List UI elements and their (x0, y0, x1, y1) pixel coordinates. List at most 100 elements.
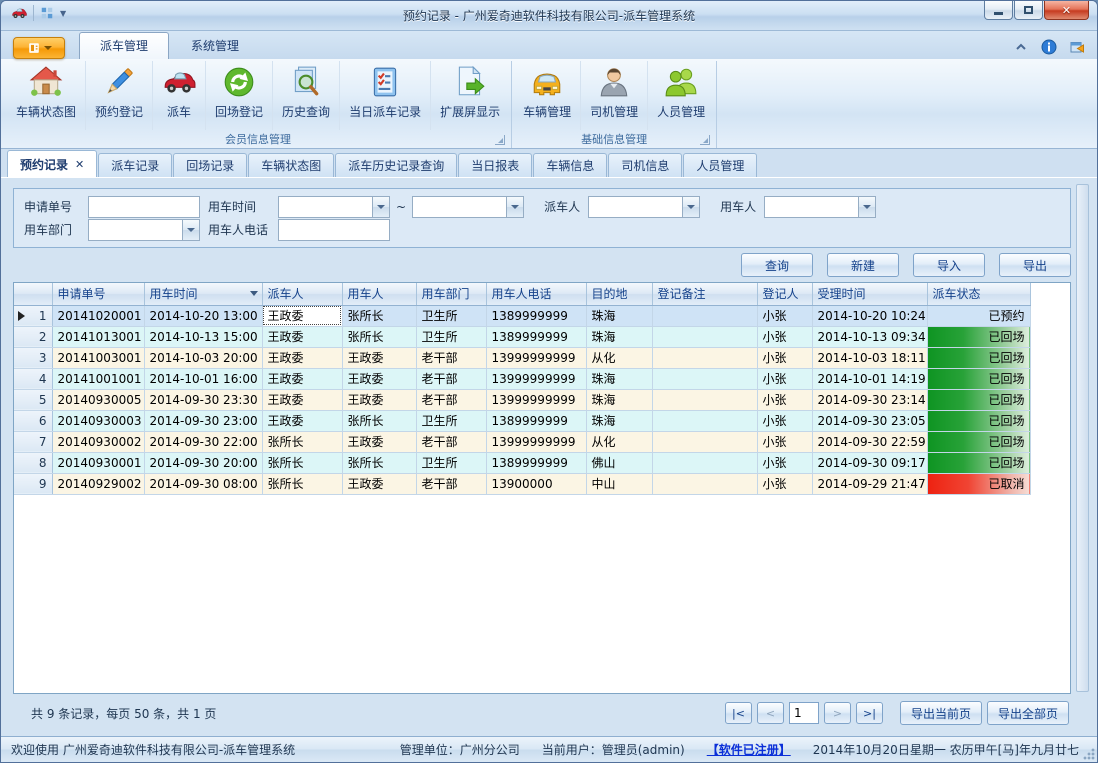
action-button[interactable]: 导入 (913, 253, 985, 277)
table-cell[interactable]: 小张 (757, 368, 812, 389)
table-cell[interactable]: 王政委 (262, 389, 342, 410)
table-cell[interactable]: 20140930003 (52, 410, 144, 431)
table-cell[interactable] (652, 368, 757, 389)
table-cell[interactable]: 2014-10-03 18:11 (812, 347, 927, 368)
ribbon-tab-inactive[interactable]: 系统管理 (171, 33, 259, 59)
apply-no-input[interactable] (88, 196, 200, 218)
table-cell[interactable]: 1389999999 (486, 452, 586, 473)
ribbon-button[interactable]: 司机管理 (581, 61, 648, 130)
table-cell[interactable] (652, 410, 757, 431)
dept-combobox[interactable] (88, 219, 200, 241)
table-cell[interactable]: 中山 (586, 473, 652, 494)
app-menu-button[interactable] (13, 37, 65, 59)
ribbon-button[interactable]: 预约登记 (86, 61, 153, 130)
table-cell[interactable]: 卫生所 (416, 452, 486, 473)
table-cell[interactable]: 张所长 (262, 473, 342, 494)
table-cell[interactable]: 佛山 (586, 452, 652, 473)
table-cell[interactable] (652, 431, 757, 452)
table-cell[interactable]: 王政委 (342, 368, 416, 389)
column-header[interactable]: 用车时间 (144, 283, 262, 305)
row-selector[interactable]: 5 (14, 389, 52, 410)
column-header[interactable]: 登记备注 (652, 283, 757, 305)
ribbon-button[interactable]: 扩展屏显示 (431, 61, 509, 130)
table-cell[interactable]: 王政委 (262, 347, 342, 368)
table-cell[interactable]: 小张 (757, 431, 812, 452)
doc-tab[interactable]: 派车记录 (98, 153, 172, 177)
table-cell[interactable]: 13999999999 (486, 431, 586, 452)
table-row[interactable]: 3201410030012014-10-03 20:00王政委王政委老干部139… (14, 347, 1030, 368)
table-cell[interactable]: 2014-10-13 15:00 (144, 326, 262, 347)
doc-tab[interactable]: 人员管理 (683, 153, 757, 177)
maximize-button[interactable] (1014, 1, 1043, 20)
table-cell[interactable]: 2014-10-03 20:00 (144, 347, 262, 368)
table-cell[interactable]: 小张 (757, 389, 812, 410)
status-badge[interactable]: 已回场 (927, 326, 1030, 347)
phone-input[interactable] (278, 219, 390, 241)
minimize-button[interactable] (984, 1, 1013, 20)
table-row[interactable]: 4201410010012014-10-01 16:00王政委王政委老干部139… (14, 368, 1030, 389)
table-cell[interactable]: 老干部 (416, 389, 486, 410)
row-selector[interactable]: 2 (14, 326, 52, 347)
ribbon-button[interactable]: 车辆管理 (514, 61, 581, 130)
row-selector[interactable]: 4 (14, 368, 52, 389)
table-cell[interactable]: 卫生所 (416, 326, 486, 347)
table-cell[interactable]: 王政委 (262, 305, 342, 326)
table-cell[interactable]: 张所长 (262, 431, 342, 452)
close-button[interactable]: ✕ (1044, 1, 1089, 20)
ribbon-button[interactable]: 派车 (153, 61, 206, 130)
table-cell[interactable]: 小张 (757, 410, 812, 431)
table-cell[interactable]: 2014-09-30 22:59 (812, 431, 927, 452)
table-cell[interactable]: 王政委 (262, 410, 342, 431)
action-button[interactable]: 新建 (827, 253, 899, 277)
table-cell[interactable]: 老干部 (416, 368, 486, 389)
table-cell[interactable]: 2014-10-01 16:00 (144, 368, 262, 389)
status-badge[interactable]: 已回场 (927, 347, 1030, 368)
table-cell[interactable]: 王政委 (342, 347, 416, 368)
table-cell[interactable]: 老干部 (416, 473, 486, 494)
sort-arrow-icon[interactable] (250, 291, 258, 296)
table-cell[interactable] (652, 473, 757, 494)
prev-page-button[interactable]: < (757, 702, 784, 724)
table-cell[interactable]: 1389999999 (486, 305, 586, 326)
table-cell[interactable]: 小张 (757, 326, 812, 347)
export-current-page-button[interactable]: 导出当前页 (900, 701, 982, 725)
table-cell[interactable]: 小张 (757, 473, 812, 494)
page-number-input[interactable] (789, 702, 819, 724)
table-cell[interactable]: 张所长 (342, 326, 416, 347)
use-time-to-combobox[interactable] (412, 196, 524, 218)
ribbon-button[interactable]: 历史查询 (273, 61, 340, 130)
table-cell[interactable]: 张所长 (342, 305, 416, 326)
table-cell[interactable]: 张所长 (262, 452, 342, 473)
export-all-pages-button[interactable]: 导出全部页 (987, 701, 1069, 725)
row-selector[interactable]: 1 (14, 305, 52, 326)
table-cell[interactable]: 2014-10-20 13:00 (144, 305, 262, 326)
next-page-button[interactable]: > (824, 702, 851, 724)
row-selector[interactable]: 7 (14, 431, 52, 452)
close-tab-icon[interactable]: ✕ (75, 159, 84, 170)
ribbon-button[interactable]: 当日派车记录 (340, 61, 431, 130)
ribbon-button[interactable]: 人员管理 (648, 61, 714, 130)
doc-tab[interactable]: 预约记录✕ (7, 150, 97, 177)
table-cell[interactable]: 13999999999 (486, 389, 586, 410)
column-header[interactable]: 派车状态 (927, 283, 1030, 305)
row-selector[interactable]: 8 (14, 452, 52, 473)
table-cell[interactable]: 20140929002 (52, 473, 144, 494)
table-cell[interactable]: 2014-09-30 08:00 (144, 473, 262, 494)
column-header[interactable]: 登记人 (757, 283, 812, 305)
column-header[interactable]: 用车人电话 (486, 283, 586, 305)
status-badge[interactable]: 已预约 (927, 305, 1030, 326)
chevron-down-icon[interactable] (682, 197, 699, 217)
table-cell[interactable]: 老干部 (416, 347, 486, 368)
table-cell[interactable]: 20141013001 (52, 326, 144, 347)
table-cell[interactable]: 珠海 (586, 389, 652, 410)
table-cell[interactable]: 王政委 (342, 389, 416, 410)
ribbon-tab-active[interactable]: 派车管理 (79, 32, 169, 59)
table-cell[interactable]: 13999999999 (486, 368, 586, 389)
column-header[interactable]: 用车人 (342, 283, 416, 305)
table-row[interactable]: 9201409290022014-09-30 08:00张所长王政委老干部139… (14, 473, 1030, 494)
table-cell[interactable]: 2014-09-30 23:05 (812, 410, 927, 431)
table-cell[interactable] (652, 347, 757, 368)
table-row[interactable]: 5201409300052014-09-30 23:30王政委王政委老干部139… (14, 389, 1030, 410)
table-cell[interactable]: 20141003001 (52, 347, 144, 368)
ribbon-button[interactable]: 车辆状态图 (7, 61, 86, 130)
